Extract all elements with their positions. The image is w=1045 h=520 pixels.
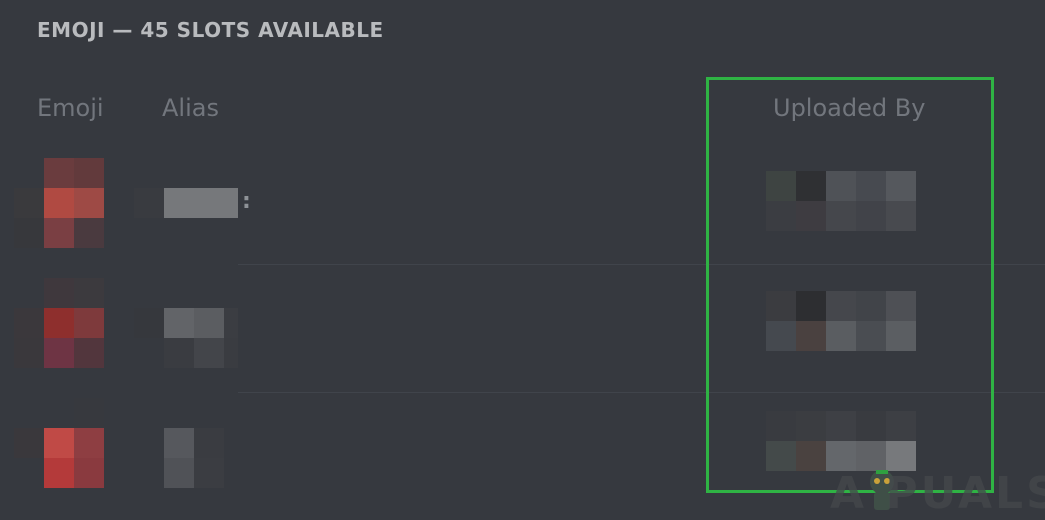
emoji-image-redacted: [14, 158, 104, 248]
highlight-box-uploaded-by: [706, 77, 994, 493]
section-title: EMOJI — 45 SLOTS AVAILABLE: [37, 18, 384, 42]
column-header-emoji: Emoji: [37, 94, 104, 122]
alias-text-redacted: [134, 308, 238, 368]
watermark-text: A PUALS: [830, 468, 1045, 519]
alias-text-redacted: [164, 428, 224, 488]
emoji-settings-panel: EMOJI — 45 SLOTS AVAILABLE Emoji Alias U…: [0, 0, 1045, 520]
emoji-image-redacted: [14, 278, 104, 368]
emoji-image-redacted: [14, 398, 104, 488]
alias-text-redacted: [134, 188, 238, 218]
column-header-alias: Alias: [162, 94, 219, 122]
alias-colon: :: [242, 189, 251, 214]
